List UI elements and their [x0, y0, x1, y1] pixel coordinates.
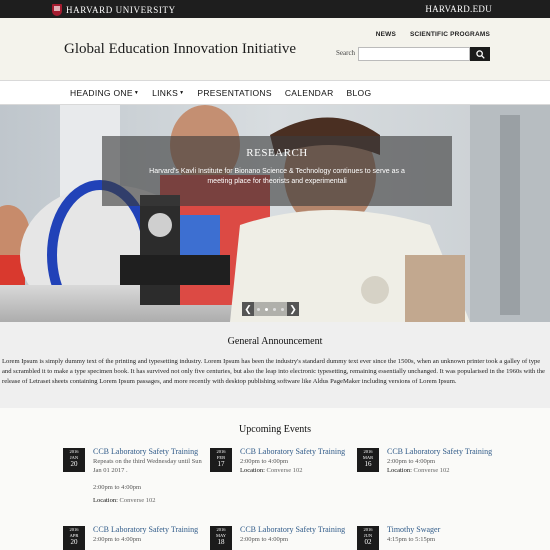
hero-slider: RESEARCH Harvard's Kavli Institute for B… [0, 105, 550, 322]
news-link[interactable]: NEWS [376, 31, 396, 38]
general-announcement: General Announcement Lorem Ipsum is simp… [0, 322, 550, 408]
announcement-heading: General Announcement [227, 336, 323, 347]
event-time: 2:00pm to 4:00pm [93, 535, 142, 543]
event-title-link[interactable]: CCB Laboratory Safety Training [240, 447, 350, 457]
event-day: 16 [364, 460, 372, 468]
event-title-link[interactable]: CCB Laboratory Safety Training [240, 525, 350, 535]
nav-item-links[interactable]: LINKS ▼ [152, 88, 184, 98]
event-location-value: Converse 102 [413, 466, 450, 474]
site-header: Global Education Innovation Initiative N… [0, 18, 550, 80]
slider-prev-button[interactable]: ❮ [242, 302, 254, 316]
event-time: 4:15pm to 5:15pm [387, 535, 436, 543]
event-day: 18 [217, 538, 225, 546]
university-name: HARVARD UNIVERSITY [66, 4, 176, 15]
nav-item-presentations[interactable]: PRESENTATIONS [197, 88, 271, 98]
search-input[interactable] [358, 47, 470, 61]
nav-item-blog[interactable]: BLOG [347, 88, 372, 98]
slider-dot[interactable] [257, 307, 260, 311]
event-date-badge: 2016 JUN 02 [357, 526, 379, 550]
event-time: 2:00pm to 4:00pm [240, 457, 289, 465]
nav-item-label: BLOG [346, 88, 372, 98]
event-title-link[interactable]: CCB Laboratory Safety Training [387, 447, 497, 457]
harvard-logo[interactable]: HARVARD UNIVERSITY [52, 3, 176, 16]
event-location-value: Converse 102 [266, 466, 303, 474]
events-heading: Upcoming Events [239, 424, 311, 435]
slider-dot[interactable] [265, 307, 268, 311]
event-time: 2:00pm to 4:00pm [240, 535, 289, 543]
event-location-label: Location: [93, 496, 118, 504]
event-location: Location: Converse 102 [240, 466, 350, 475]
nav-item-heading-one[interactable]: HEADING ONE ▼ [70, 88, 139, 98]
event-day: 20 [70, 460, 78, 468]
slider-controls: ❮ ❯ [242, 302, 299, 316]
hero-text: Harvard's Kavli Institute for Bionano Sc… [149, 168, 405, 185]
nav-item-label: LINKS [152, 88, 179, 98]
caret-down-icon: ▼ [179, 90, 185, 96]
slider-dots [254, 307, 287, 311]
hero-caption: RESEARCH Harvard's Kavli Institute for B… [102, 136, 452, 206]
main-nav: HEADING ONE ▼ LINKS ▼ PRESENTATIONS CALENDAR B… [0, 80, 550, 105]
hero-title[interactable]: RESEARCH [102, 147, 452, 159]
event-date-badge: 2016 APR 20 [63, 526, 85, 550]
nav-item-calendar[interactable]: CALENDAR [285, 88, 334, 98]
event-location-label: Location: [240, 466, 265, 474]
utility-nav: NEWS SCIENTIFIC PROGRAMS [376, 31, 490, 38]
announcement-body: Lorem Ipsum is simply dummy text of the … [2, 358, 545, 385]
scientific-programs-link[interactable]: SCIENTIFIC PROGRAMS [410, 31, 490, 38]
event-time: 2:00pm to 4:00pm [93, 483, 142, 491]
event-time: 2:00pm to 4:00pm [387, 457, 436, 465]
harvard-shield-icon [52, 3, 62, 16]
event-date-badge: 2016 MAR 16 [357, 448, 379, 472]
event-date-badge: 2016 JAN 20 [63, 448, 85, 472]
nav-item-label: CALENDAR [284, 88, 334, 98]
nav-item-label: PRESENTATIONS [197, 88, 272, 98]
event-day: 20 [70, 538, 78, 546]
event-location: Location: Converse 102 [387, 466, 497, 475]
slider-next-button[interactable]: ❯ [287, 302, 299, 316]
event-day: 17 [217, 460, 225, 468]
event-title-link[interactable]: Timothy Swager [387, 525, 497, 535]
caret-down-icon: ▼ [133, 90, 140, 96]
event-date-badge: 2016 FEB 17 [210, 448, 232, 472]
slider-dot[interactable] [273, 307, 276, 311]
site-title[interactable]: Global Education Innovation Initiative [64, 41, 296, 58]
event-location: Location: Converse 102 [93, 496, 203, 505]
event-location-label: Location: [387, 466, 412, 474]
event-day: 02 [364, 538, 372, 546]
event-location-value: Converse 102 [119, 496, 156, 504]
slider-dot[interactable] [281, 307, 284, 311]
event-title-link[interactable]: CCB Laboratory Safety Training [93, 447, 203, 457]
search-icon [475, 49, 485, 59]
upcoming-events: Upcoming Events 2016 JAN 20 CCB Laboratory … [0, 408, 550, 550]
search-button[interactable] [470, 47, 490, 61]
event-title-link[interactable]: CCB Laboratory Safety Training [93, 525, 203, 535]
event-date-badge: 2016 MAY 18 [210, 526, 232, 550]
university-bar: HARVARD UNIVERSITY HARVARD.EDU [0, 0, 550, 18]
event-recurrence: Repeats on the third Wednesday until Sun… [93, 457, 202, 474]
nav-item-label: HEADING ONE [70, 88, 133, 98]
harvard-edu-link[interactable]: HARVARD.EDU [425, 4, 492, 14]
search-label: Search [336, 49, 356, 57]
